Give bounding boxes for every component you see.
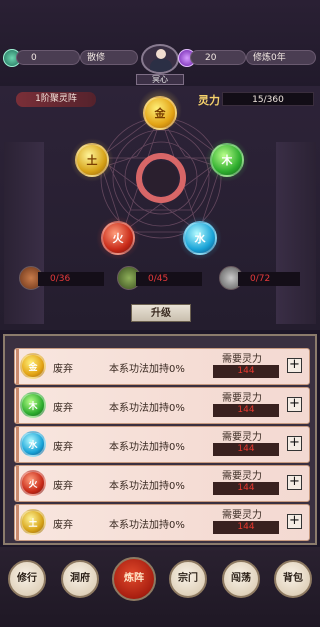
- row-plus-button[interactable]: +: [287, 397, 302, 412]
- row-bonus: 本系功法加持0%: [109, 520, 185, 531]
- row-status: 废弃: [53, 403, 73, 414]
- row-need-value: 144: [213, 482, 279, 495]
- row-need-label: 需要灵力: [222, 510, 262, 521]
- orb-wood[interactable]: 木: [210, 143, 244, 177]
- orb-earth[interactable]: 土: [75, 143, 109, 177]
- row-element-label: 木: [28, 401, 38, 412]
- row-bonus: 本系功法加持0%: [109, 481, 185, 492]
- row-bonus: 本系功法加持0%: [109, 364, 185, 375]
- element-panel: 金 废弃 本系功法加持0% 需要灵力 144 + 木 废弃 本系功法加持0% 需…: [3, 334, 317, 545]
- row-status: 废弃: [53, 364, 73, 375]
- orb-earth-label: 土: [86, 154, 98, 167]
- row-plus-button[interactable]: +: [287, 436, 302, 451]
- formation-level-label: 1阶聚灵阵: [16, 92, 96, 107]
- row-status: 废弃: [53, 481, 73, 492]
- currency-value: 0: [31, 53, 37, 63]
- element-row: 木 废弃 本系功法加持0% 需要灵力 144 +: [14, 387, 310, 424]
- lingli-value: 15/360: [252, 95, 284, 105]
- nav-cultivate[interactable]: 修行: [8, 560, 46, 598]
- curtain-left: [4, 142, 44, 324]
- row-need-label: 需要灵力: [222, 471, 262, 482]
- row-need-label: 需要灵力: [222, 432, 262, 443]
- resource-copper: 0/36: [38, 272, 104, 286]
- row-status: 废弃: [53, 442, 73, 453]
- nav-sect[interactable]: 宗门: [169, 560, 207, 598]
- element-row: 土 废弃 本系功法加持0% 需要灵力 144 +: [14, 504, 310, 541]
- avatar[interactable]: [141, 44, 179, 74]
- row-metal-orb: 金: [20, 353, 46, 379]
- row-element-label: 水: [28, 440, 38, 451]
- row-wood-orb: 木: [20, 392, 46, 418]
- state-tag: 冥心: [136, 74, 184, 85]
- row-bonus: 本系功法加持0%: [109, 403, 185, 414]
- lingli-bar: 15/360: [222, 92, 314, 106]
- curtain-right: [276, 142, 316, 324]
- gem-value: 20: [205, 53, 217, 63]
- row-need-value: 144: [213, 404, 279, 417]
- resource-iron: 0/72: [238, 272, 300, 286]
- row-element-label: 火: [28, 479, 38, 490]
- nav-bag[interactable]: 背包: [274, 560, 312, 598]
- nav-adventure[interactable]: 闯荡: [222, 560, 260, 598]
- row-need-value: 144: [213, 365, 279, 378]
- orb-water[interactable]: 水: [183, 221, 217, 255]
- currency-pill: 0: [16, 50, 80, 65]
- row-need-value: 144: [213, 521, 279, 534]
- nav-cave[interactable]: 洞府: [61, 560, 99, 598]
- rank-text: 散修: [87, 53, 106, 63]
- nav-formation[interactable]: 炼阵: [112, 557, 156, 601]
- row-status: 废弃: [53, 520, 73, 531]
- row-element-label: 金: [28, 362, 38, 373]
- cultivation-text: 修炼0年: [253, 53, 286, 63]
- row-fire-orb: 火: [20, 470, 46, 496]
- row-water-orb: 水: [20, 431, 46, 457]
- avatar-head: [156, 49, 166, 59]
- resource-copper-value: 0/36: [50, 274, 71, 284]
- orb-fire[interactable]: 火: [101, 221, 135, 255]
- avatar-body: [150, 59, 172, 72]
- row-element-label: 土: [28, 518, 38, 529]
- element-row: 金 废弃 本系功法加持0% 需要灵力 144 +: [14, 348, 310, 385]
- orb-fire-label: 火: [112, 232, 124, 245]
- upgrade-button[interactable]: 升级: [131, 304, 191, 322]
- rank-pill: 散修: [80, 50, 138, 65]
- row-plus-button[interactable]: +: [287, 475, 302, 490]
- row-need-label: 需要灵力: [222, 354, 262, 365]
- element-row: 火 废弃 本系功法加持0% 需要灵力 144 +: [14, 465, 310, 502]
- orb-metal-label: 金: [154, 107, 166, 120]
- cultivation-pill: 修炼0年: [246, 50, 316, 65]
- game-screen: { "top": { "currency_value": "0", "rank"…: [0, 0, 320, 627]
- lingli-label: 灵力: [198, 94, 220, 107]
- orb-wood-label: 木: [221, 154, 233, 167]
- resource-herb-value: 0/45: [148, 274, 169, 284]
- row-earth-orb: 土: [20, 509, 46, 535]
- gem-pill: 20: [190, 50, 246, 65]
- resource-iron-value: 0/72: [250, 274, 271, 284]
- row-need-label: 需要灵力: [222, 393, 262, 404]
- orb-metal[interactable]: 金: [143, 96, 177, 130]
- row-bonus: 本系功法加持0%: [109, 442, 185, 453]
- orb-water-label: 水: [194, 232, 206, 245]
- element-row: 水 废弃 本系功法加持0% 需要灵力 144 +: [14, 426, 310, 463]
- row-need-value: 144: [213, 443, 279, 456]
- top-bar: 0 散修 冥心 20 修炼0年: [0, 0, 320, 86]
- row-plus-button[interactable]: +: [287, 358, 302, 373]
- bottom-nav: [0, 547, 320, 627]
- row-plus-button[interactable]: +: [287, 514, 302, 529]
- resource-herb: 0/45: [136, 272, 202, 286]
